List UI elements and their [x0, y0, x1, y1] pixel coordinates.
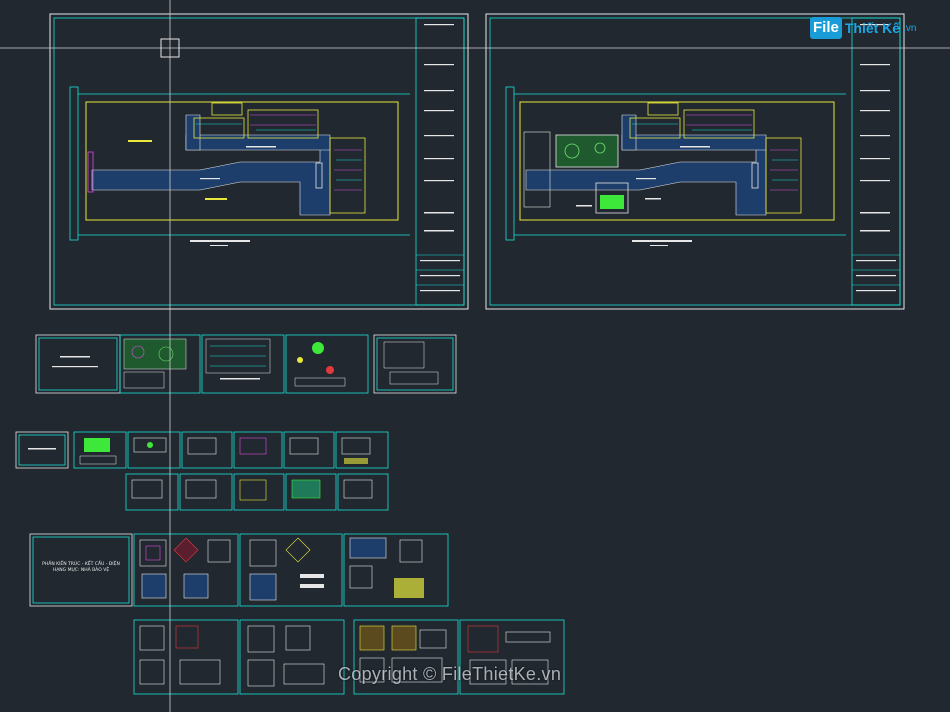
title-line-2: HẠNG MỤC: NHÀ BẢO VỆ — [52, 568, 110, 573]
logo-box: File — [810, 17, 842, 39]
logo-text: Thiết Kế — [844, 20, 901, 36]
sheet-row-1[interactable] — [35, 334, 457, 394]
title-block-text: PHẦN KIẾN TRÚC - KẾT CẤU - ĐIỆN HẠNG MỤC… — [34, 562, 128, 574]
brand-logo[interactable]: File Thiết Kế .vn — [810, 14, 938, 42]
sheet-site-plan-1[interactable] — [49, 13, 469, 310]
logo-domain: .vn — [903, 22, 917, 34]
sheet-site-plan-2[interactable] — [485, 13, 905, 310]
sheet-row-2[interactable] — [15, 431, 389, 511]
cad-model-space[interactable] — [0, 0, 950, 712]
copyright-watermark: Copyright © FileThietKe.vn — [338, 664, 562, 684]
